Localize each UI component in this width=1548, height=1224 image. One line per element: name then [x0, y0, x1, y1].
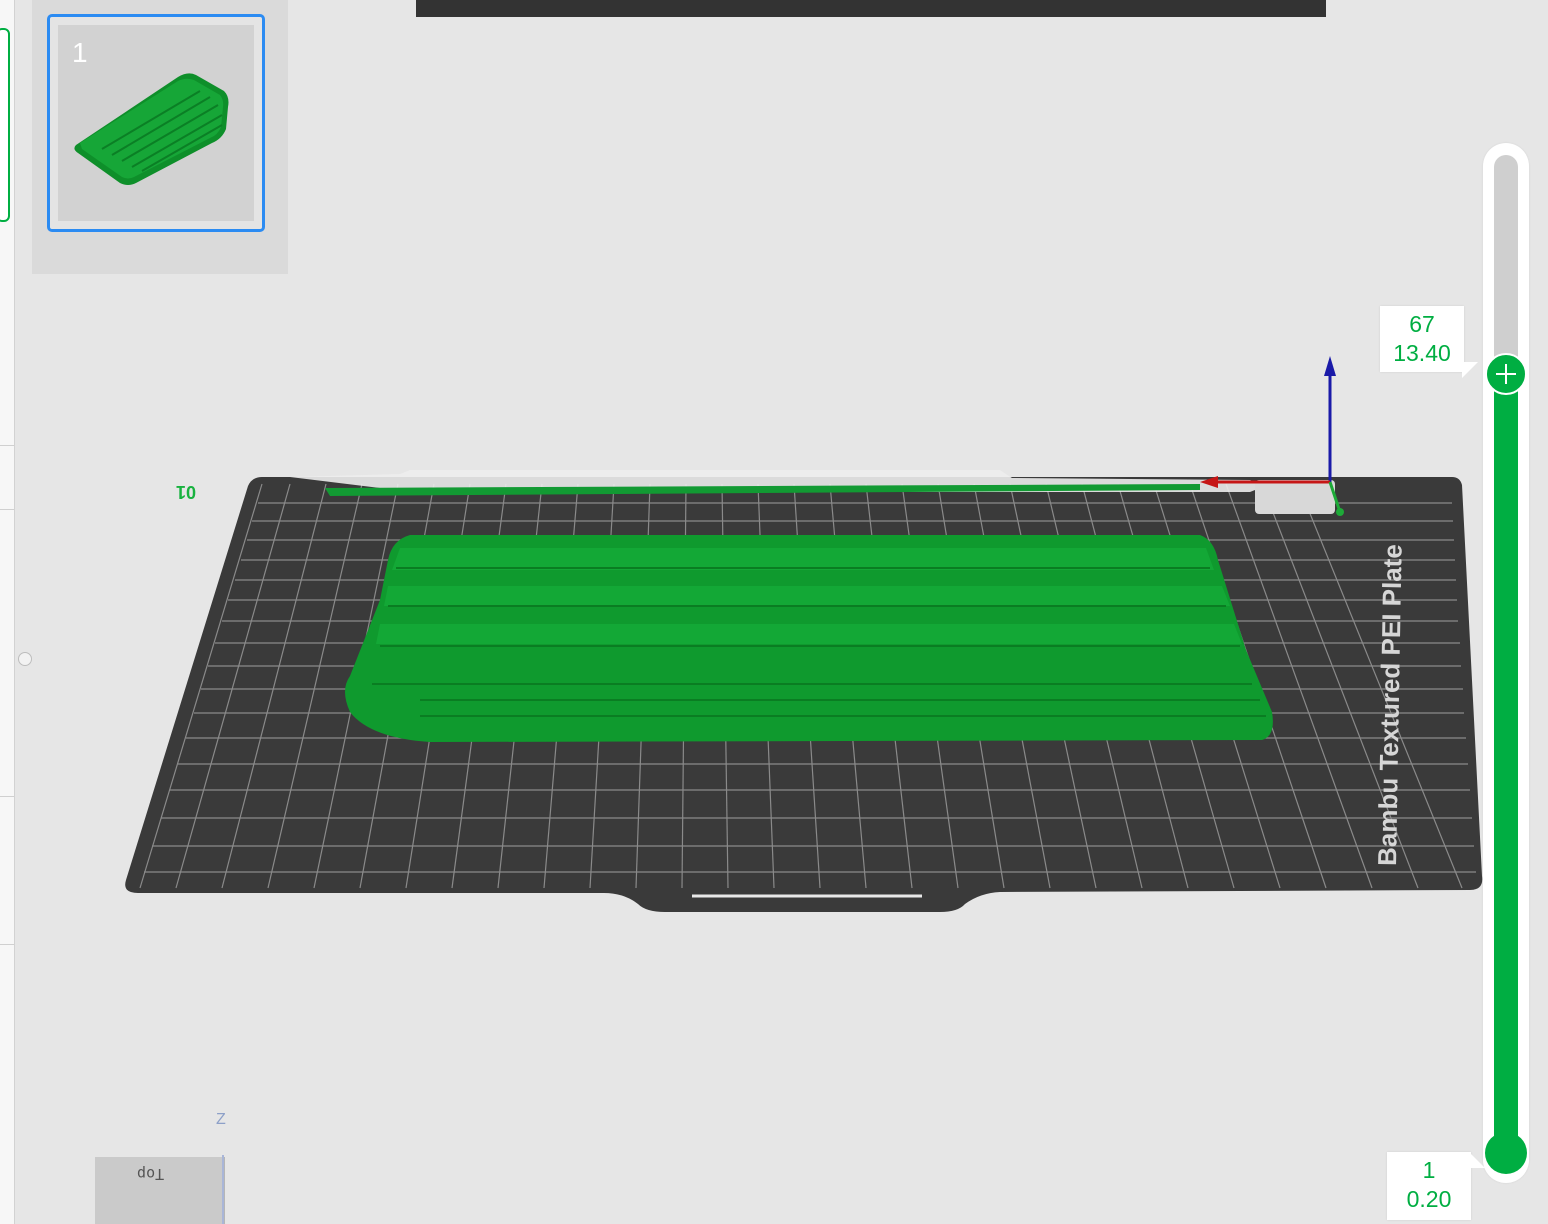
3d-viewport[interactable]: Bambu Textured PEI Plate 01: [0, 0, 1548, 1224]
plate-name-label: Bambu Textured PEI Plate: [1372, 544, 1408, 866]
top-layer-label: 67 13.40: [1380, 306, 1478, 378]
view-cube[interactable]: Top: [95, 1157, 225, 1224]
model-layer: [376, 624, 1242, 644]
bottom-layer-height: 0.20: [1406, 1186, 1452, 1212]
view-cube-z-label: Z: [216, 1111, 226, 1128]
z-axis-arrow: [1324, 356, 1336, 376]
plus-icon-vertical: [1505, 364, 1507, 384]
y-axis-tip: [1336, 508, 1344, 516]
top-layer-height: 13.40: [1393, 340, 1451, 366]
plate-index-label: 01: [176, 482, 196, 502]
layer-slider-top-handle[interactable]: [1485, 353, 1527, 395]
model-layer: [392, 548, 1214, 570]
view-cube-face-label: Top: [137, 1165, 165, 1183]
view-cube-axis: [222, 1155, 224, 1224]
layer-slider-bottom-handle[interactable]: [1485, 1132, 1527, 1174]
plate-corner-label: [1255, 480, 1335, 514]
model-layer: [384, 586, 1230, 606]
bottom-layer-number: 1: [1422, 1157, 1436, 1183]
bottom-layer-label: 1 0.20: [1387, 1152, 1485, 1220]
layer-slider-range: [1494, 374, 1518, 1156]
top-layer-number: 67: [1409, 311, 1435, 337]
